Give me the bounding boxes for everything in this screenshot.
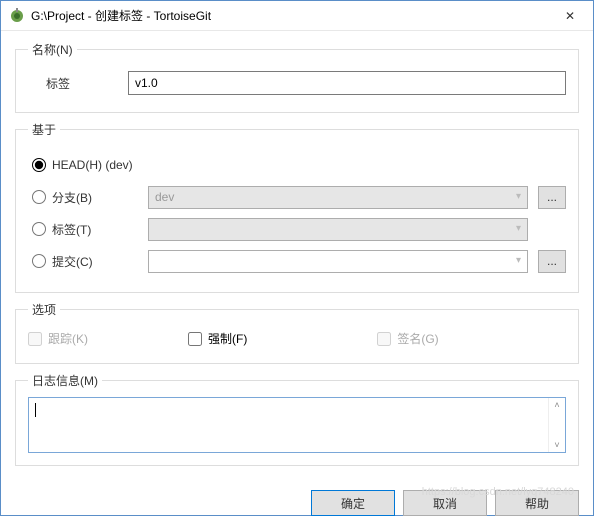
tag-combo[interactable]: ▾ — [148, 218, 528, 241]
titlebar: G:\Project - 创建标签 - TortoiseGit ✕ — [1, 1, 593, 31]
scroll-down-icon[interactable]: ˅ — [554, 438, 559, 452]
cancel-button[interactable]: 取消 — [403, 490, 487, 516]
track-checkbox — [28, 332, 42, 346]
log-group: 日志信息(M) ˄ ˅ — [15, 372, 579, 466]
sign-checkbox — [377, 332, 391, 346]
radio-commit-label: 提交(C) — [52, 253, 148, 270]
chevron-down-icon: ▾ — [516, 191, 521, 202]
name-group: 名称(N) 标签 — [15, 41, 579, 113]
sign-label: 签名(G) — [397, 330, 438, 347]
close-button[interactable]: ✕ — [547, 1, 593, 31]
radio-commit[interactable] — [32, 254, 46, 268]
options-legend: 选项 — [28, 301, 60, 318]
chevron-down-icon: ▾ — [516, 255, 521, 266]
dialog-window: G:\Project - 创建标签 - TortoiseGit ✕ 名称(N) … — [0, 0, 594, 516]
radio-tag-label: 标签(T) — [52, 221, 148, 238]
branch-combo[interactable]: dev ▾ — [148, 186, 528, 209]
force-label: 强制(F) — [208, 330, 247, 347]
track-checkbox-wrap: 跟踪(K) — [28, 330, 88, 347]
radio-head[interactable] — [32, 158, 46, 172]
tag-name-input[interactable] — [128, 71, 566, 95]
sign-checkbox-wrap: 签名(G) — [377, 330, 438, 347]
force-checkbox[interactable] — [188, 332, 202, 346]
track-label: 跟踪(K) — [48, 330, 88, 347]
tag-label: 标签 — [28, 75, 128, 92]
base-legend: 基于 — [28, 121, 60, 138]
options-group: 选项 跟踪(K) 强制(F) 签名(G) — [15, 301, 579, 364]
dialog-footer: 确定 取消 帮助 — [1, 482, 593, 528]
chevron-down-icon: ▾ — [516, 223, 521, 234]
log-legend: 日志信息(M) — [28, 372, 102, 389]
dialog-content: 名称(N) 标签 基于 HEAD(H) (dev) 分支(B) dev ▾ ..… — [1, 31, 593, 482]
radio-head-label: HEAD(H) (dev) — [52, 158, 162, 172]
window-title: G:\Project - 创建标签 - TortoiseGit — [31, 7, 547, 24]
ok-button[interactable]: 确定 — [311, 490, 395, 516]
name-legend: 名称(N) — [28, 41, 77, 58]
scrollbar[interactable]: ˄ ˅ — [548, 398, 565, 452]
branch-browse-button[interactable]: ... — [538, 186, 566, 209]
text-cursor — [35, 403, 36, 417]
close-icon: ✕ — [565, 9, 575, 23]
app-icon — [9, 8, 25, 24]
commit-combo[interactable]: ▾ — [148, 250, 528, 273]
branch-combo-value: dev — [155, 190, 174, 204]
help-button[interactable]: 帮助 — [495, 490, 579, 516]
radio-branch[interactable] — [32, 190, 46, 204]
radio-tag[interactable] — [32, 222, 46, 236]
base-group: 基于 HEAD(H) (dev) 分支(B) dev ▾ ... 标签(T) ▾ — [15, 121, 579, 293]
commit-browse-button[interactable]: ... — [538, 250, 566, 273]
log-message-input[interactable]: ˄ ˅ — [28, 397, 566, 453]
scroll-up-icon[interactable]: ˄ — [554, 398, 559, 412]
force-checkbox-wrap[interactable]: 强制(F) — [188, 330, 247, 347]
radio-branch-label: 分支(B) — [52, 189, 148, 206]
